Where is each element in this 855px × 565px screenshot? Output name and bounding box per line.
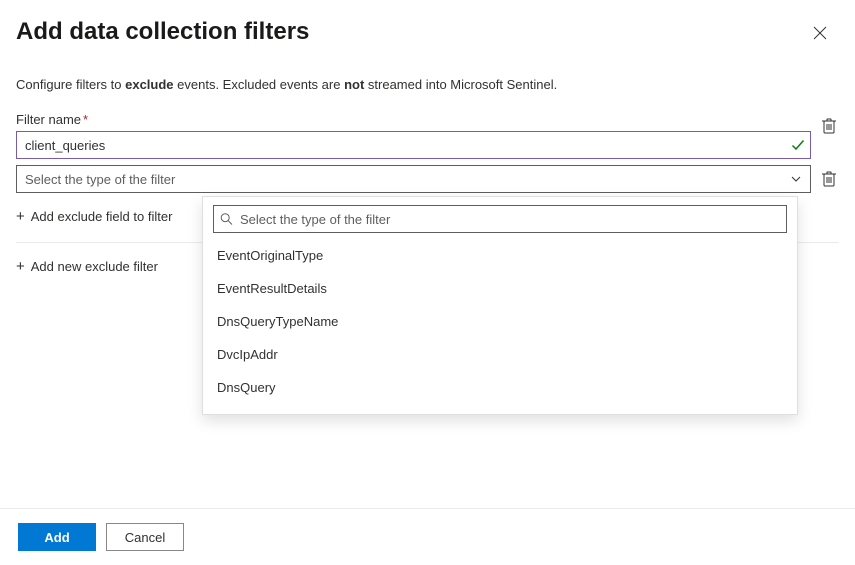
add-new-filter-button[interactable]: + Add new exclude filter <box>16 259 158 274</box>
checkmark-icon <box>791 138 805 152</box>
plus-icon: + <box>16 259 25 274</box>
dropdown-option[interactable]: EventOriginalType <box>213 239 787 272</box>
delete-type-button[interactable] <box>819 168 839 190</box>
search-icon <box>220 213 233 226</box>
add-filter-label: Add new exclude filter <box>31 259 158 274</box>
intro-text: Configure filters to exclude events. Exc… <box>16 77 839 92</box>
filter-type-dropdown-panel: EventOriginalType EventResultDetails Dns… <box>202 196 798 415</box>
filter-name-input[interactable] <box>16 131 811 159</box>
filter-type-placeholder: Select the type of the filter <box>25 172 175 187</box>
add-exclude-field-button[interactable]: + Add exclude field to filter <box>16 209 172 224</box>
trash-icon <box>821 170 837 188</box>
close-button[interactable] <box>809 22 831 47</box>
page-title: Add data collection filters <box>16 18 309 46</box>
add-field-label: Add exclude field to filter <box>31 209 173 224</box>
plus-icon: + <box>16 209 25 224</box>
close-icon <box>813 28 827 43</box>
dropdown-option[interactable]: DnsQuery <box>213 371 787 404</box>
filter-name-label: Filter name* <box>16 112 811 127</box>
dropdown-option-list: EventOriginalType EventResultDetails Dns… <box>213 239 787 404</box>
dropdown-option[interactable]: DvcIpAddr <box>213 338 787 371</box>
dropdown-search-input[interactable] <box>213 205 787 233</box>
dropdown-option[interactable]: EventResultDetails <box>213 272 787 305</box>
add-button[interactable]: Add <box>18 523 96 551</box>
cancel-button[interactable]: Cancel <box>106 523 184 551</box>
trash-icon <box>821 117 837 135</box>
footer-actions: Add Cancel <box>0 508 855 565</box>
dropdown-option[interactable]: DnsQueryTypeName <box>213 305 787 338</box>
required-indicator: * <box>83 112 88 127</box>
chevron-down-icon <box>790 173 802 185</box>
delete-filter-button[interactable] <box>819 115 839 137</box>
filter-type-dropdown[interactable]: Select the type of the filter <box>16 165 811 193</box>
